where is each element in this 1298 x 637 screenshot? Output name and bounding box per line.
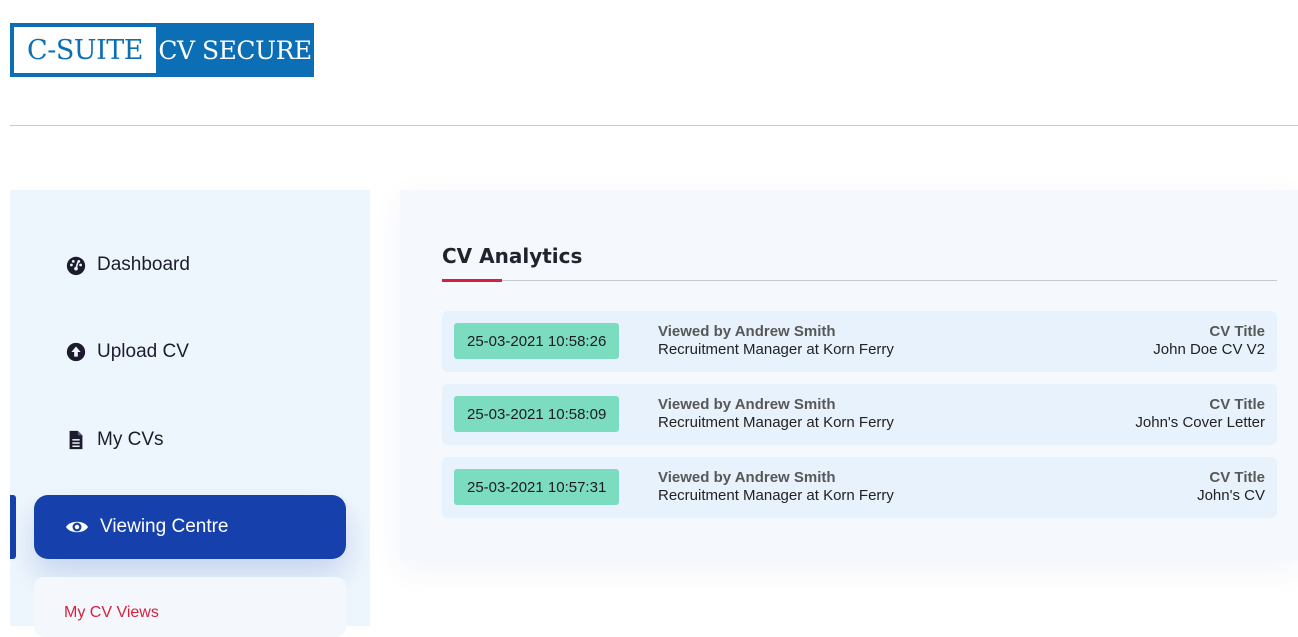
cv-title-value: John's CV (1197, 487, 1265, 504)
sidebar-item-my-cvs[interactable]: My CVs (63, 427, 164, 453)
title-divider (442, 280, 1277, 281)
page-title: CV Analytics (442, 244, 583, 268)
viewer-role: Recruitment Manager at Korn Ferry (658, 487, 894, 504)
viewer-info: Viewed by Andrew Smith Recruitment Manag… (658, 323, 894, 359)
sidebar-item-label: Viewing Centre (100, 516, 229, 537)
viewer-name: Viewed by Andrew Smith (658, 323, 836, 340)
viewer-role: Recruitment Manager at Korn Ferry (658, 341, 894, 358)
upload-circle-icon (63, 339, 89, 365)
cv-analytics-panel: CV Analytics 25-03-2021 10:58:26 Viewed … (400, 190, 1298, 560)
timestamp-badge: 25-03-2021 10:57:31 (454, 469, 620, 505)
viewing-centre-submenu: My CV Views (34, 577, 346, 637)
cv-title-value: John's Cover Letter (1135, 414, 1265, 431)
timestamp-badge: 25-03-2021 10:58:26 (454, 323, 620, 359)
cv-info: CV Title John's CV (1197, 469, 1265, 505)
viewer-info: Viewed by Andrew Smith Recruitment Manag… (658, 469, 894, 505)
sidebar-item-dashboard[interactable]: Dashboard (63, 252, 190, 278)
viewer-name: Viewed by Andrew Smith (658, 396, 836, 413)
sidebar-item-upload-cv[interactable]: Upload CV (63, 339, 189, 365)
sidebar: Dashboard Upload CV My CVs Viewing Centr… (10, 190, 370, 637)
cv-title-value: John Doe CV V2 (1153, 341, 1265, 358)
sidebar-item-label: Dashboard (97, 254, 190, 275)
cv-info: CV Title John's Cover Letter (1135, 396, 1265, 432)
sidebar-item-label: Upload CV (97, 341, 189, 362)
cv-info: CV Title John Doe CV V2 (1153, 323, 1265, 359)
logo-text-csuite: C-SUITE (14, 27, 156, 73)
table-row: 25-03-2021 10:57:31 Viewed by Andrew Smi… (442, 457, 1277, 518)
active-nav-indicator (10, 495, 16, 559)
viewer-info: Viewed by Andrew Smith Recruitment Manag… (658, 396, 894, 432)
site-logo[interactable]: C-SUITE CV SECURE (10, 23, 314, 77)
cv-title-label: CV Title (1209, 323, 1265, 340)
sidebar-item-label: My CVs (97, 429, 164, 450)
table-row: 25-03-2021 10:58:09 Viewed by Andrew Smi… (442, 384, 1277, 445)
cv-title-label: CV Title (1209, 396, 1265, 413)
title-accent-bar (442, 279, 502, 282)
logo-text-cvsecure: CV SECURE (158, 35, 312, 65)
cv-title-label: CV Title (1209, 469, 1265, 486)
timestamp-badge: 25-03-2021 10:58:09 (454, 396, 620, 432)
sidebar-item-viewing-centre[interactable]: Viewing Centre (34, 495, 346, 559)
table-row: 25-03-2021 10:58:26 Viewed by Andrew Smi… (442, 311, 1277, 372)
viewer-name: Viewed by Andrew Smith (658, 469, 836, 486)
submenu-item-my-cv-views[interactable]: My CV Views (64, 604, 159, 621)
header-divider (10, 125, 1298, 126)
gauge-icon (63, 252, 89, 278)
document-icon (63, 427, 89, 453)
viewer-role: Recruitment Manager at Korn Ferry (658, 414, 894, 431)
eye-icon (64, 514, 90, 540)
